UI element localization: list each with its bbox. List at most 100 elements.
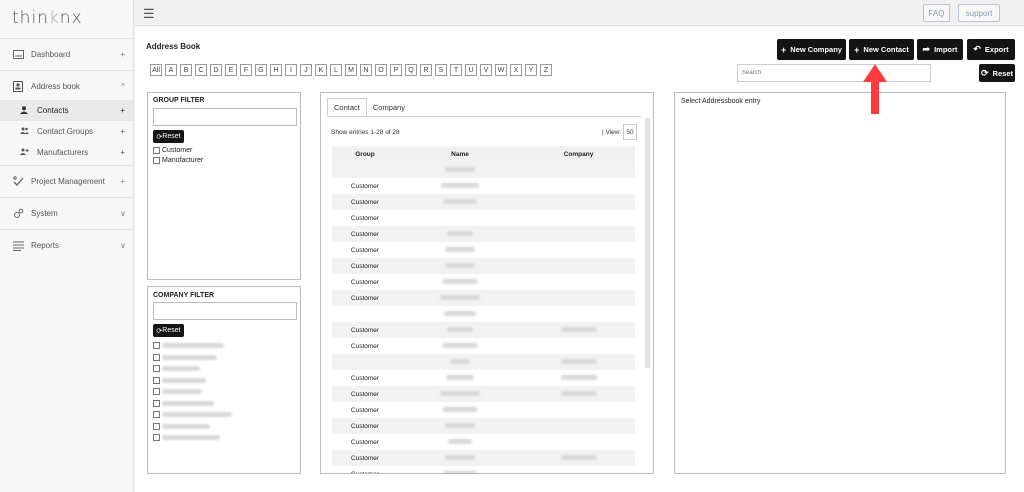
checkbox[interactable] — [153, 157, 160, 164]
cell-company — [522, 322, 635, 338]
table-row[interactable] — [332, 162, 635, 178]
group-option-manufacturer[interactable]: Manufacturer — [153, 157, 203, 164]
company-option[interactable] — [153, 434, 220, 441]
group-filter-reset-button[interactable]: ⟳ Reset — [153, 130, 184, 143]
alphabet-letter[interactable]: I — [285, 64, 297, 76]
sidebar-item-contacts[interactable]: Contacts + — [0, 100, 133, 121]
company-filter-input[interactable] — [153, 302, 297, 320]
table-row[interactable]: Customer — [332, 194, 635, 210]
table-row[interactable]: Customer — [332, 402, 635, 418]
redacted-text — [445, 166, 475, 172]
sidebar-item-project-management[interactable]: Project Management + — [0, 168, 133, 195]
alphabet-letter[interactable]: M — [345, 64, 357, 76]
company-option[interactable] — [153, 399, 214, 407]
table-row[interactable]: Customer — [332, 450, 635, 466]
table-row[interactable]: Customer — [332, 210, 635, 226]
column-header-group[interactable]: Group — [332, 146, 398, 162]
table-row[interactable]: Customer — [332, 274, 635, 290]
alphabet-letter[interactable]: A — [165, 64, 177, 76]
checkbox[interactable] — [153, 388, 160, 395]
table-row[interactable]: Customer — [332, 434, 635, 450]
search-input[interactable] — [737, 64, 931, 82]
sidebar-item-manufacturers[interactable]: Manufacturers + — [0, 142, 133, 163]
table-row[interactable] — [332, 306, 635, 322]
alphabet-letter[interactable]: G — [255, 64, 267, 76]
alphabet-letter[interactable]: D — [210, 64, 222, 76]
checkbox[interactable] — [153, 422, 160, 430]
alphabet-letter[interactable]: V — [480, 64, 492, 76]
alphabet-letter[interactable]: U — [465, 64, 477, 76]
table-row[interactable]: Customer — [332, 386, 635, 402]
group-option-customer[interactable]: Customer — [153, 147, 192, 154]
import-button[interactable]: ➦ Import — [917, 39, 963, 60]
table-row[interactable] — [332, 354, 635, 370]
group-filter-input[interactable] — [153, 108, 297, 126]
company-option[interactable] — [153, 422, 210, 430]
sidebar-item-contact-groups[interactable]: Contact Groups + — [0, 121, 133, 142]
sidebar-item-dashboard[interactable]: Dashboard + — [0, 41, 133, 68]
alphabet-letter[interactable]: R — [420, 64, 432, 76]
checkbox[interactable] — [153, 434, 160, 441]
alphabet-letter[interactable]: K — [315, 64, 327, 76]
checkbox[interactable] — [153, 399, 160, 407]
brand-logo[interactable]: thin k nx — [0, 0, 133, 36]
scrollbar[interactable] — [645, 118, 650, 368]
table-row[interactable]: Customer — [332, 226, 635, 242]
reset-button[interactable]: ⟳ Reset — [979, 64, 1015, 82]
table-row[interactable]: Customer — [332, 338, 635, 354]
tab-company[interactable]: Company — [367, 98, 411, 116]
checkbox[interactable] — [153, 411, 160, 418]
alphabet-letter[interactable]: N — [360, 64, 372, 76]
alphabet-letter[interactable]: Z — [540, 64, 552, 76]
alphabet-letter[interactable]: Q — [405, 64, 417, 76]
alphabet-letter[interactable]: S — [435, 64, 447, 76]
alphabet-letter[interactable]: O — [375, 64, 387, 76]
alphabet-letter[interactable]: Y — [525, 64, 537, 76]
column-header-name[interactable]: Name — [398, 146, 522, 162]
checkbox[interactable] — [153, 365, 160, 372]
checkbox[interactable] — [153, 353, 160, 361]
alphabet-letter[interactable]: P — [390, 64, 402, 76]
alphabet-letter[interactable]: T — [450, 64, 462, 76]
table-row[interactable]: Customer — [332, 322, 635, 338]
checkbox[interactable] — [153, 147, 160, 154]
faq-button[interactable]: FAQ — [923, 4, 950, 22]
company-option[interactable] — [153, 388, 202, 395]
alphabet-letter[interactable]: F — [240, 64, 252, 76]
alphabet-letter[interactable]: All — [150, 64, 162, 76]
company-option[interactable] — [153, 353, 217, 361]
company-option[interactable] — [153, 376, 206, 384]
table-row[interactable]: Customer — [332, 242, 635, 258]
export-button[interactable]: ↶ Export — [967, 39, 1015, 60]
alphabet-letter[interactable]: H — [270, 64, 282, 76]
sidebar-item-system[interactable]: System v — [0, 200, 133, 227]
support-button[interactable]: support — [958, 4, 1000, 22]
alphabet-letter[interactable]: B — [180, 64, 192, 76]
tab-contact[interactable]: Contact — [327, 98, 367, 116]
alphabet-letter[interactable]: L — [330, 64, 342, 76]
table-row[interactable]: Customer — [332, 290, 635, 306]
sidebar-item-address-book[interactable]: Address book ^ — [0, 73, 133, 100]
alphabet-letter[interactable]: W — [495, 64, 507, 76]
alphabet-letter[interactable]: E — [225, 64, 237, 76]
column-header-company[interactable]: Company — [522, 146, 635, 162]
company-filter-reset-button[interactable]: ⟳ Reset — [153, 324, 184, 337]
table-row[interactable]: Customer — [332, 370, 635, 386]
table-row[interactable]: Customer — [332, 258, 635, 274]
menu-icon[interactable]: ☰ — [143, 6, 155, 22]
new-contact-button[interactable]: + New Contact — [849, 39, 914, 60]
page-size-select[interactable]: 50 — [623, 124, 637, 140]
company-option[interactable] — [153, 342, 224, 349]
alphabet-letter[interactable]: C — [195, 64, 207, 76]
table-row[interactable]: Customer — [332, 418, 635, 434]
alphabet-letter[interactable]: J — [300, 64, 312, 76]
checkbox[interactable] — [153, 342, 160, 349]
alphabet-letter[interactable]: X — [510, 64, 522, 76]
sidebar-item-reports[interactable]: Reports v — [0, 232, 133, 259]
company-option[interactable] — [153, 411, 232, 418]
checkbox[interactable] — [153, 376, 160, 384]
new-company-button[interactable]: + New Company — [777, 39, 846, 60]
table-row[interactable]: Customer — [332, 178, 635, 194]
table-row[interactable]: Customer — [332, 466, 635, 473]
company-option[interactable] — [153, 365, 200, 372]
